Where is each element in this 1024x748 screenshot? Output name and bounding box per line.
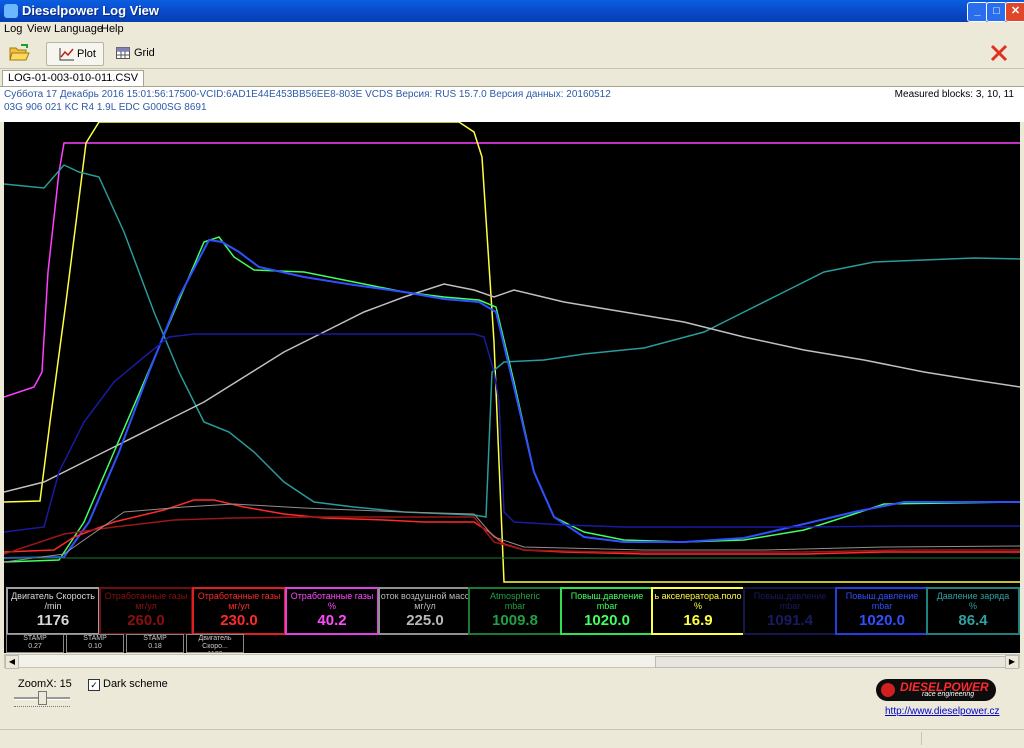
grid-button[interactable]: Grid [114, 42, 164, 64]
log-header-line2: 03G 906 021 KC R4 1.9L EDC G000SG 8691 [4, 102, 207, 113]
grid-icon [116, 47, 130, 59]
toolbar: Plot Grid [0, 38, 1024, 69]
curve-darkred [4, 516, 1020, 555]
channel-card[interactable]: Повыш.давление mbar 1020.0 [835, 587, 929, 635]
maximize-button[interactable]: □ [986, 2, 1007, 22]
plot-label: Plot [77, 48, 96, 60]
file-tab-strip: LOG-01-003-010-011.CSV [0, 69, 1024, 87]
channel-card[interactable]: Отработанные газы% 40.2 [285, 587, 379, 635]
scroll-left-icon[interactable]: ◀ [5, 655, 19, 669]
curve-darkblue [4, 333, 1020, 533]
channel-card[interactable]: оток воздушной масс мг/ул 225.0 [378, 587, 472, 635]
curve-magenta [4, 142, 1020, 398]
app-icon [4, 4, 18, 18]
log-header-line1: Суббота 17 Декабрь 2016 15:01:56:17500-V… [4, 89, 611, 100]
plot-curves [4, 122, 1020, 583]
close-log-button[interactable] [988, 42, 1012, 64]
menu-log[interactable]: Log [4, 23, 22, 35]
title-bar: Dieselpower Log View _ □ ✕ [0, 0, 1024, 22]
zoom-label: ZoomX: 15 [18, 678, 72, 690]
stamp-cell: STAMP 0.10 [66, 634, 124, 653]
status-bar [0, 729, 1024, 748]
curve-green [4, 236, 1020, 563]
measured-blocks: Measured blocks: 3, 10, 11 [894, 89, 1014, 100]
menu-bar: Log View Language Help [0, 22, 1024, 38]
scroll-thumb[interactable] [655, 656, 1017, 668]
status-pane [921, 732, 1022, 745]
grid-label: Grid [134, 47, 155, 59]
channel-readouts: Двигатель Скорость/min 1176 Отработанные … [4, 585, 1020, 653]
channel-card[interactable]: Повыш.давление mbar 1091.4 [743, 587, 837, 635]
window-close-button[interactable]: ✕ [1005, 2, 1024, 22]
bottom-panel: ZoomX: 15 ✓ Dark scheme DIESELPOWER race… [0, 669, 1024, 729]
channel-card[interactable]: Atmospheric mbar 1009.8 [468, 587, 562, 635]
dark-scheme-label: Dark scheme [103, 678, 168, 690]
plot-button[interactable]: Plot [46, 42, 104, 66]
dark-scheme-checkbox[interactable]: ✓ [88, 679, 100, 691]
minimize-button[interactable]: _ [967, 2, 988, 22]
zoom-slider[interactable] [14, 691, 70, 707]
curve-blue [4, 238, 1020, 559]
stamp-cell: STAMP 0.18 [126, 634, 184, 653]
website-link[interactable]: http://www.dieselpower.cz [885, 706, 1000, 717]
channel-card[interactable]: Отработанные газы мг/ул 230.0 [192, 587, 286, 635]
curve-teal [4, 164, 1020, 518]
file-tab[interactable]: LOG-01-003-010-011.CSV [2, 70, 145, 86]
horizontal-scrollbar[interactable]: ◀ ▶ [4, 654, 1020, 669]
dieselpower-logo: DIESELPOWER race engineering [876, 679, 996, 701]
channel-card[interactable]: Двигатель Скорость/min 1176 [6, 587, 100, 635]
plot-area[interactable]: Двигатель Скорость/min 1176 Отработанные … [4, 122, 1020, 653]
log-info-panel: Суббота 17 Декабрь 2016 15:01:56:17500-V… [0, 87, 1024, 122]
stamp-cell: STAMP 0.27 [6, 634, 64, 653]
menu-help[interactable]: Help [101, 23, 124, 35]
plot-icon [59, 48, 74, 61]
scroll-right-icon[interactable]: ▶ [1005, 655, 1019, 669]
curve-gray-low [4, 503, 1020, 563]
channel-card[interactable]: ь акселератора.поло% 16.9 [651, 587, 745, 635]
folder-open-icon [9, 44, 30, 61]
turbo-logo-icon [881, 683, 895, 697]
stamp-cell: Двигатель Скоро...1176 [186, 634, 244, 653]
close-x-icon [990, 44, 1008, 62]
open-button[interactable] [8, 42, 36, 64]
curve-gray [4, 283, 1020, 493]
channel-card[interactable]: Повыш.давление mbar 1020.0 [560, 587, 654, 635]
channel-card[interactable]: Давление заряда% 86.4 [926, 587, 1020, 635]
window-title: Dieselpower Log View [22, 3, 160, 18]
menu-view[interactable]: View [27, 23, 51, 35]
menu-language[interactable]: Language [54, 23, 103, 35]
channel-card[interactable]: Отработанные газы мг/ул 260.0 [99, 587, 193, 635]
